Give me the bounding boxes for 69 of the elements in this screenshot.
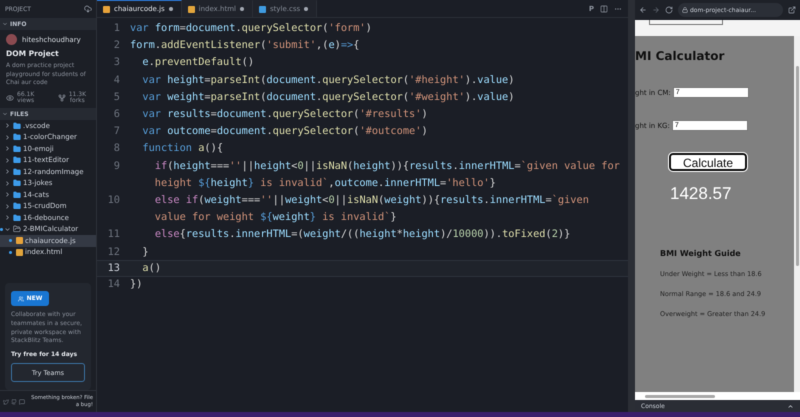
code-line: var form=document.querySelector('form') — [130, 21, 372, 36]
code-line: value for weight ${weight} is invalid`} — [154, 210, 397, 226]
bmi-result: 1428.57 — [670, 184, 732, 204]
github-icon[interactable] — [11, 398, 17, 404]
line-number: 8 — [112, 141, 121, 156]
page-title: MI Calculator — [635, 49, 726, 63]
folder-icon — [13, 179, 21, 188]
code-line: if(height===''||height<0||isNaN(height)){results.innerHTML=`given value for — [154, 158, 620, 174]
line-number: 6 — [112, 107, 121, 122]
reload-icon[interactable] — [665, 6, 673, 14]
line-number: 9 — [112, 158, 121, 174]
line-number: 12 — [106, 244, 121, 260]
code-line: var outcome=document.querySelector('#outcome') — [141, 124, 428, 140]
folder-icon — [13, 168, 21, 176]
chevron-down-icon — [2, 21, 8, 27]
code-line: else if(weight===''||weight<0||isNaN(weight)){results.innerHTML=`given — [154, 193, 589, 208]
code-line: var height=parseInt(document.querySelector('#height').value) — [141, 72, 514, 88]
code-line: }) — [130, 277, 142, 292]
html-file-icon — [188, 6, 195, 12]
scrollbar-thumb[interactable] — [796, 66, 798, 266]
twitter-icon[interactable] — [3, 398, 9, 404]
js-file-icon — [16, 237, 23, 244]
code-line: var results=document.querySelector('#results') — [141, 107, 428, 122]
line-number: 1 — [112, 21, 121, 36]
code-line: var weight=parseInt(document.querySelector('#weight').value) — [141, 90, 514, 105]
code-line: } — [141, 244, 149, 260]
folder-icon — [13, 156, 21, 164]
calculate-button[interactable]: Calculate — [669, 153, 747, 171]
guide-title: BMI Weight Guide — [660, 249, 742, 258]
folder-icon — [13, 202, 21, 210]
folder-icon — [13, 144, 21, 153]
eye-icon — [6, 94, 14, 102]
line-number: 4 — [112, 72, 121, 88]
open-folder-icon — [13, 225, 21, 234]
line-number: 14 — [106, 277, 121, 292]
folder-icon — [13, 214, 21, 222]
back-icon[interactable] — [639, 6, 647, 14]
lock-icon — [682, 7, 688, 13]
code-line: a() — [141, 260, 162, 276]
code-line: function a(){ — [141, 141, 224, 156]
split-view-icon[interactable] — [600, 4, 608, 12]
people-icon — [18, 296, 24, 302]
fork-icon — [58, 94, 66, 102]
cloud-download-icon[interactable] — [84, 5, 92, 13]
external-link-icon[interactable] — [788, 6, 796, 14]
chevron-up-icon — [787, 402, 794, 410]
line-number: 11 — [106, 227, 121, 242]
line-number: 3 — [112, 55, 121, 70]
line-number: 10 — [106, 193, 121, 208]
line-number: 2 — [112, 38, 121, 54]
chevron-down-icon — [2, 111, 8, 118]
chat-icon[interactable] — [19, 398, 25, 404]
forward-icon[interactable] — [652, 6, 660, 14]
js-file-icon — [103, 6, 110, 12]
avatar — [6, 34, 17, 45]
scrollbar-thumb[interactable] — [645, 394, 715, 398]
folder-icon — [13, 190, 21, 199]
chevron-down-icon — [4, 226, 11, 233]
code-line: form.addEventListener('submit',(e)=>{ — [130, 38, 360, 54]
code-line: e.preventDefault() — [141, 55, 254, 70]
html-file-icon — [16, 248, 23, 256]
line-number: 5 — [112, 90, 121, 105]
css-file-icon — [259, 6, 266, 12]
line-number: 13 — [106, 260, 121, 276]
folder-icon — [13, 133, 21, 142]
code-line: height ${height} is invalid`,outcome.innerHTML='hello'} — [154, 176, 496, 191]
line-number: 7 — [112, 124, 121, 140]
code-line: else{results.innerHTML=(weight/((height*height)/10000)).toFixed(2)} — [154, 227, 570, 242]
folder-icon — [13, 122, 21, 130]
